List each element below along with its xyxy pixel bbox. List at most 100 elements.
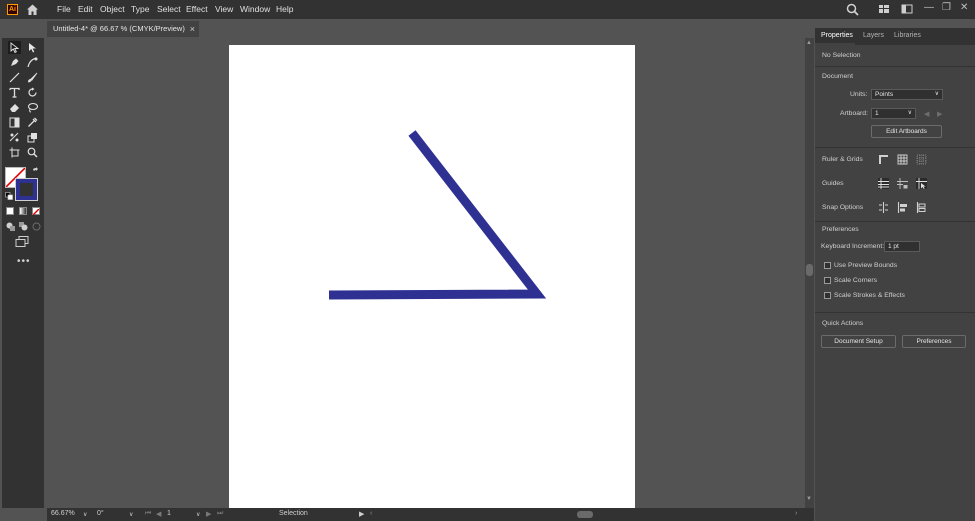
rotation-value[interactable]: 0°: [97, 510, 104, 517]
menu-help[interactable]: Help: [276, 4, 293, 14]
app-logo: Ai: [7, 4, 18, 15]
artboard-label: Artboard:: [840, 110, 868, 117]
home-icon[interactable]: [26, 3, 39, 16]
curvature-tool-icon[interactable]: [26, 56, 39, 69]
status-bar: 66.67% ∨ 0° ∨ ⏮ ◀ 1 ∨ ▶ ⏭ Selection ▶ ‹ …: [47, 508, 814, 521]
lock-guides-icon[interactable]: [897, 178, 908, 189]
previous-artboard-icon[interactable]: ◀: [156, 510, 161, 518]
scroll-up-arrow[interactable]: ▲: [806, 40, 812, 46]
eraser-tool-icon[interactable]: [8, 101, 21, 114]
scale-corners-checkbox[interactable]: [824, 277, 831, 284]
chevron-down-icon: ∨: [934, 91, 939, 97]
keyboard-increment-input[interactable]: 1 pt: [884, 241, 920, 252]
snap-to-pixel-icon[interactable]: [916, 202, 927, 213]
draw-inside-icon[interactable]: [32, 222, 41, 233]
show-guides-icon[interactable]: [878, 178, 889, 189]
rotate-tool-icon[interactable]: [26, 86, 39, 99]
snap-to-point-icon[interactable]: [878, 202, 889, 213]
selection-tool-icon[interactable]: [8, 41, 21, 54]
tab-layers[interactable]: Layers: [863, 32, 884, 39]
zoom-level[interactable]: 66.67%: [51, 510, 75, 517]
document-tab[interactable]: Untitled-4* @ 66.67 % (CMYK/Preview) ×: [47, 21, 199, 37]
horizontal-scroll-thumb[interactable]: [577, 511, 593, 518]
snap-to-grid-icon[interactable]: [897, 202, 908, 213]
vertical-scrollbar[interactable]: ▲ ▼: [805, 38, 814, 508]
canvas-area[interactable]: [47, 38, 805, 508]
menu-window[interactable]: Window: [240, 4, 270, 14]
zoom-dropdown-icon[interactable]: ∨: [83, 511, 87, 518]
hscroll-right-arrow[interactable]: ›: [795, 510, 797, 517]
divider: [815, 66, 975, 67]
divider: [815, 221, 975, 222]
artboard[interactable]: [229, 45, 635, 508]
ruler-icon[interactable]: [878, 154, 889, 165]
draw-normal-icon[interactable]: [6, 222, 15, 233]
menu-edit[interactable]: Edit: [78, 4, 93, 14]
gradient-tool-icon[interactable]: [8, 116, 21, 129]
tab-libraries[interactable]: Libraries: [894, 32, 921, 39]
keyboard-increment-label: Keyboard Increment:: [821, 243, 885, 250]
use-preview-bounds-checkbox[interactable]: [824, 262, 831, 269]
grid-icon[interactable]: [897, 154, 908, 165]
preferences-button[interactable]: Preferences: [902, 335, 966, 348]
units-select[interactable]: Points ∨: [871, 89, 943, 100]
restore-icon[interactable]: ❐: [942, 2, 951, 13]
last-artboard-icon[interactable]: ⏭: [217, 510, 223, 518]
search-icon[interactable]: [846, 3, 859, 18]
pixel-grid-icon[interactable]: [916, 154, 927, 165]
paintbrush-tool-icon[interactable]: [26, 71, 39, 84]
menu-select[interactable]: Select: [157, 4, 181, 14]
arrange-documents-icon[interactable]: [878, 3, 890, 17]
previous-artboard-icon[interactable]: ◀: [924, 110, 929, 118]
line-segment-tool-icon[interactable]: [8, 71, 21, 84]
next-artboard-icon[interactable]: ▶: [206, 510, 211, 518]
close-window-icon[interactable]: ✕: [960, 2, 968, 13]
zoom-tool-icon[interactable]: [26, 146, 39, 159]
edit-toolbar-icon[interactable]: •••: [17, 256, 31, 267]
artboard-tool-icon[interactable]: [8, 146, 21, 159]
puppet-warp-tool-icon[interactable]: [8, 131, 21, 144]
menu-view[interactable]: View: [215, 4, 233, 14]
direct-selection-tool-icon[interactable]: [26, 41, 39, 54]
workspace-switcher-icon[interactable]: [901, 3, 913, 17]
artboard-number[interactable]: 1: [167, 510, 171, 517]
default-fill-stroke-icon[interactable]: [5, 192, 13, 202]
angle-path[interactable]: [328, 130, 547, 300]
lasso-tool-icon[interactable]: [26, 101, 39, 114]
artboard-dropdown-icon[interactable]: ∨: [196, 511, 200, 518]
type-tool-icon[interactable]: [8, 86, 21, 99]
close-tab-icon[interactable]: ×: [190, 21, 195, 37]
use-preview-bounds-label: Use Preview Bounds: [834, 262, 898, 269]
scroll-down-arrow[interactable]: ▼: [806, 496, 812, 502]
swap-fill-stroke-icon[interactable]: [32, 167, 40, 177]
current-tool-label[interactable]: Selection: [279, 510, 308, 517]
rotation-dropdown-icon[interactable]: ∨: [129, 511, 133, 518]
gradient-mode-icon[interactable]: [19, 207, 27, 215]
document-setup-button[interactable]: Document Setup: [821, 335, 896, 348]
artboard-select[interactable]: 1 ∨: [871, 108, 916, 119]
first-artboard-icon[interactable]: ⏮: [145, 510, 151, 518]
minimize-icon[interactable]: —: [924, 2, 934, 13]
menu-file[interactable]: File: [57, 4, 71, 14]
edit-artboards-button[interactable]: Edit Artboards: [871, 125, 942, 138]
draw-behind-icon[interactable]: [19, 222, 28, 233]
menu-object[interactable]: Object: [100, 4, 125, 14]
color-mode-icon[interactable]: [6, 207, 14, 215]
properties-panel: Properties Layers Libraries No Selection…: [815, 28, 975, 521]
menu-type[interactable]: Type: [131, 4, 149, 14]
status-menu-arrow[interactable]: ▶: [359, 510, 364, 518]
smart-guides-icon[interactable]: [916, 178, 927, 189]
next-artboard-icon[interactable]: ▶: [937, 110, 942, 118]
change-screen-mode-icon[interactable]: [15, 236, 29, 249]
scroll-thumb[interactable]: [806, 264, 813, 276]
scale-strokes-effects-checkbox[interactable]: [824, 292, 831, 299]
stroke-swatch[interactable]: [15, 178, 38, 201]
artwork-svg: [328, 130, 547, 300]
shape-builder-tool-icon[interactable]: [26, 131, 39, 144]
pen-tool-icon[interactable]: [8, 56, 21, 69]
hscroll-left-arrow[interactable]: ‹: [370, 510, 372, 517]
tab-properties[interactable]: Properties: [821, 32, 853, 39]
none-mode-icon[interactable]: [32, 207, 40, 216]
menu-effect[interactable]: Effect: [186, 4, 208, 14]
eyedropper-tool-icon[interactable]: [26, 116, 39, 129]
